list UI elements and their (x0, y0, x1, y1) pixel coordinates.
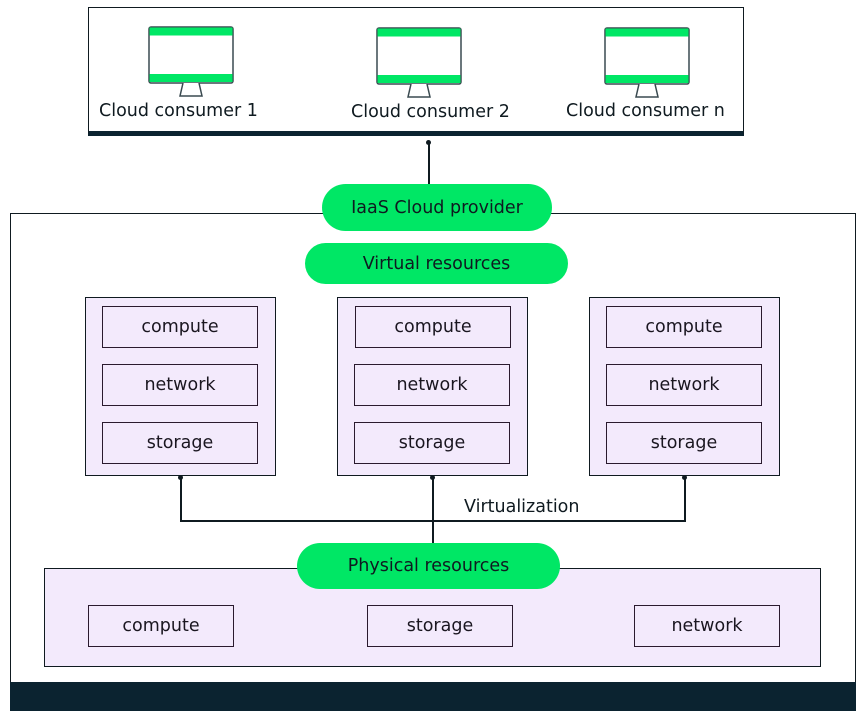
virtualization-label: Virtualization (464, 497, 580, 517)
consumer-2 (376, 27, 462, 103)
virtual-network: network (606, 364, 762, 406)
virtual-group-3: compute network storage (589, 297, 780, 476)
consumer-label: Cloud consumer 2 (351, 102, 510, 122)
virtual-group-2: compute network storage (337, 297, 528, 476)
monitor-icon (148, 26, 234, 97)
virtual-group-1: compute network storage (85, 297, 276, 476)
monitor-icon (376, 27, 462, 98)
virtual-compute: compute (355, 306, 511, 348)
virtual-storage: storage (102, 422, 258, 464)
physical-storage: storage (367, 605, 513, 647)
connector-line (428, 142, 430, 185)
consumer-n (604, 27, 690, 103)
virtual-resources-pill: Virtual resources (305, 243, 568, 284)
footer-bar (10, 682, 856, 711)
consumer-1 (148, 26, 234, 102)
virtual-storage: storage (354, 422, 510, 464)
connector-line (432, 477, 434, 545)
physical-compute: compute (88, 605, 234, 647)
iaas-provider-pill: IaaS Cloud provider (322, 184, 552, 231)
virtual-compute: compute (606, 306, 762, 348)
virtualization-bus-line (180, 520, 686, 522)
connector-line (180, 477, 182, 522)
virtual-storage: storage (606, 422, 762, 464)
consumer-label: Cloud consumer n (566, 101, 725, 121)
consumer-label: Cloud consumer 1 (99, 101, 258, 121)
connector-line (684, 477, 686, 522)
virtual-network: network (354, 364, 510, 406)
virtual-network: network (102, 364, 258, 406)
physical-resources-pill: Physical resources (297, 543, 560, 589)
virtual-compute: compute (102, 306, 258, 348)
monitor-icon (604, 27, 690, 98)
physical-network: network (634, 605, 780, 647)
